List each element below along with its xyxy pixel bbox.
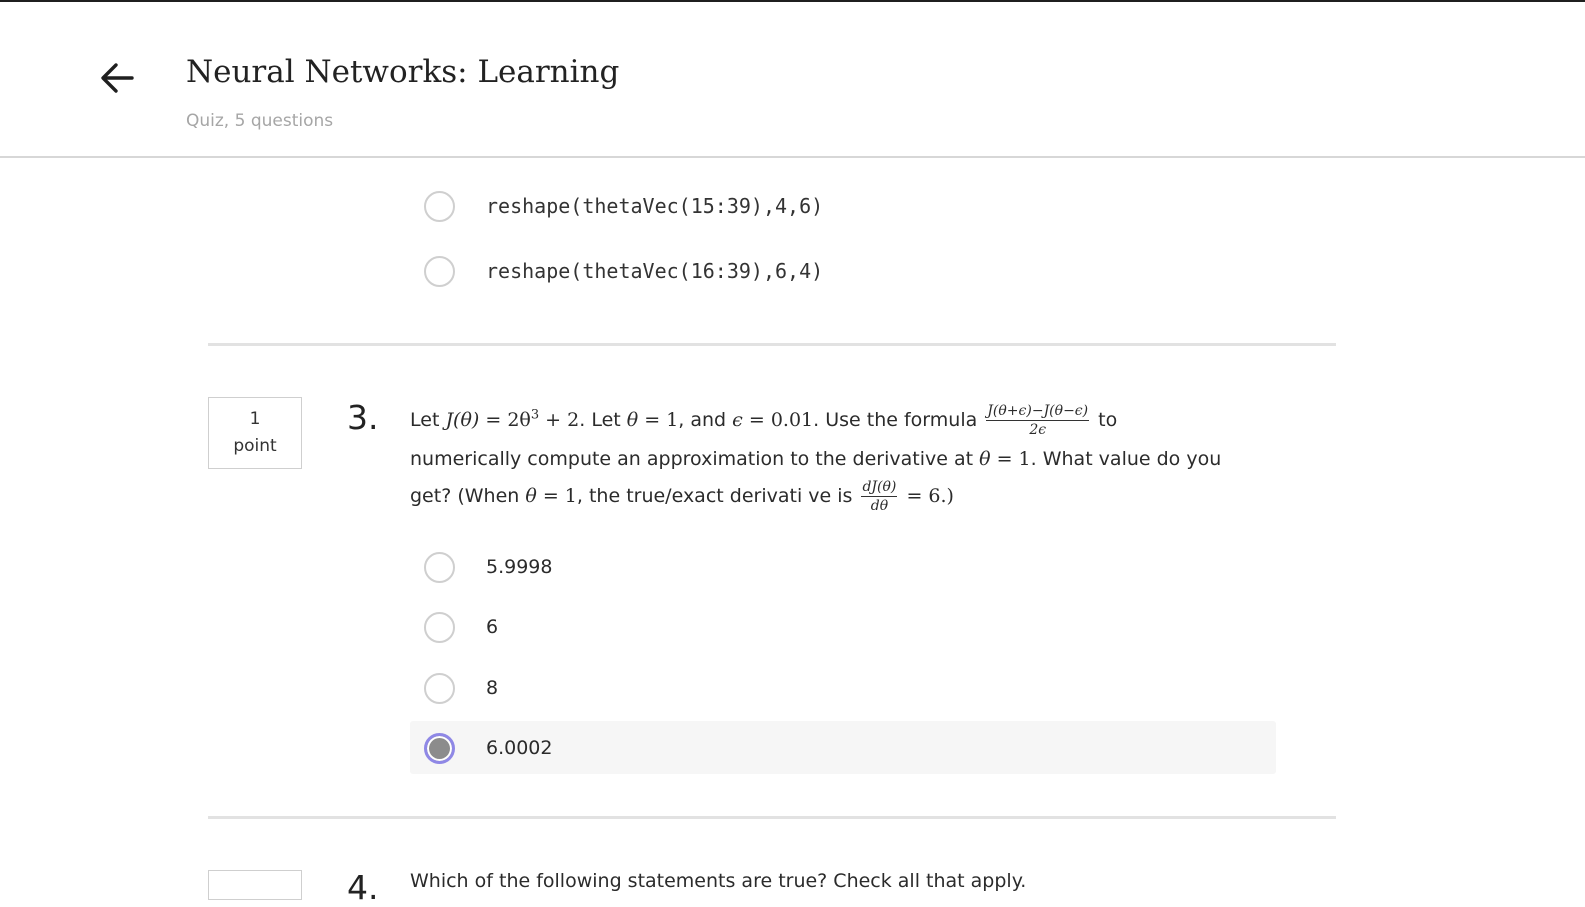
question-separator <box>208 816 1336 819</box>
q3-option-4[interactable]: 6.0002 <box>424 722 552 774</box>
back-button[interactable] <box>96 56 140 100</box>
q3-option-2[interactable]: 6 <box>424 601 498 653</box>
q3-option-3[interactable]: 8 <box>424 662 498 714</box>
gradient-formula: J(θ+ϵ)−J(θ−ϵ) 2ϵ <box>986 403 1090 438</box>
question-number: 4. <box>347 868 379 907</box>
page-title: Neural Networks: Learning <box>186 54 620 90</box>
question-text: Which of the following statements are tr… <box>410 870 1027 892</box>
option-label: 5.9998 <box>486 556 553 578</box>
question-text-line-1: Let J(θ) = 2θ3 + 2. Let θ = 1, and ϵ = 0… <box>410 403 1118 438</box>
question-separator <box>208 343 1336 346</box>
derivative-fraction: dJ(θ) dθ <box>861 479 898 514</box>
points-badge: 1 point <box>208 397 302 469</box>
option-label: 6.0002 <box>486 737 553 759</box>
quiz-subtitle: Quiz, 5 questions <box>186 111 334 131</box>
option-label: 8 <box>486 677 499 699</box>
option-label: reshape(thetaVec(16:39),6,4) <box>486 259 824 283</box>
question-text-line-3: get? (When θ = 1, the true/exact derivat… <box>410 479 954 514</box>
radio-button-selected[interactable] <box>424 732 455 764</box>
option-label: 6 <box>486 616 499 638</box>
quiz-header: Neural Networks: Learning Quiz, 5 questi… <box>0 2 1585 156</box>
question-number: 3. <box>347 398 379 437</box>
radio-button[interactable] <box>424 190 455 222</box>
header-divider <box>0 156 1585 158</box>
q2-option-2[interactable]: reshape(thetaVec(16:39),6,4) <box>424 245 823 297</box>
radio-button[interactable] <box>424 551 455 583</box>
radio-button[interactable] <box>424 255 455 287</box>
q2-option-1[interactable]: reshape(thetaVec(15:39),4,6) <box>424 180 823 232</box>
option-label: reshape(thetaVec(15:39),4,6) <box>486 194 824 218</box>
points-value: 1 <box>249 409 261 429</box>
radio-button[interactable] <box>424 611 455 643</box>
points-unit: point <box>233 436 277 456</box>
q3-option-1[interactable]: 5.9998 <box>424 541 552 593</box>
radio-button[interactable] <box>424 672 455 704</box>
points-badge <box>208 870 302 900</box>
question-text-line-2: numerically compute an approximation to … <box>410 448 1222 470</box>
arrow-left-icon <box>101 63 134 93</box>
